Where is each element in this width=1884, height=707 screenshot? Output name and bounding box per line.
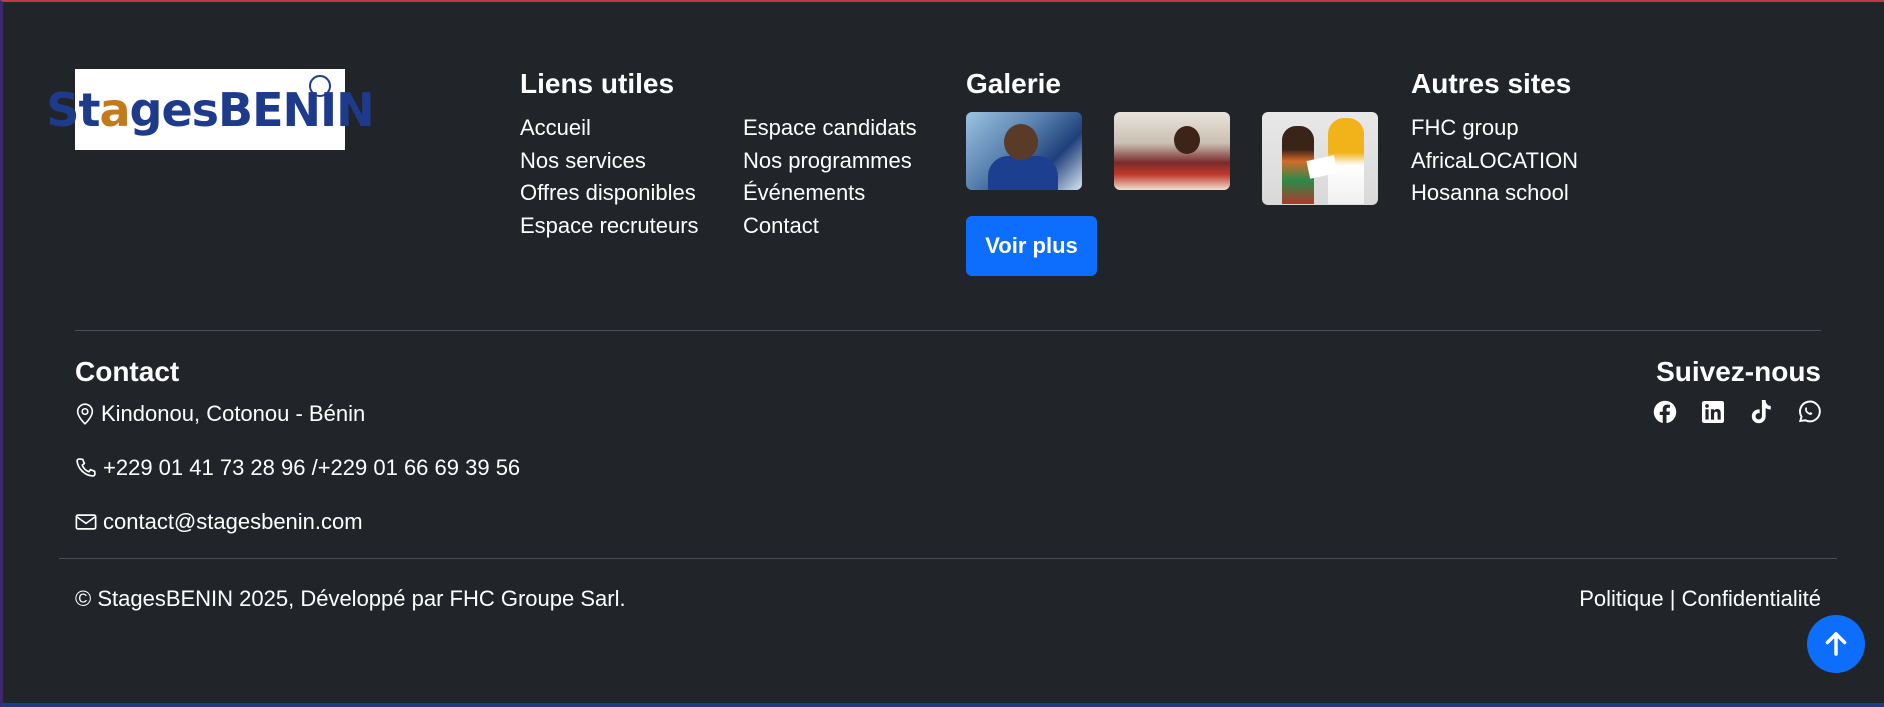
legal-separator: |: [1669, 586, 1676, 611]
contact-address-text: Kindonou, Cotonou - Bénin: [101, 401, 366, 426]
useful-links-column-2: Espace candidats Nos programmes Événemen…: [743, 112, 917, 242]
social-icons: [1653, 400, 1821, 424]
location-pin-icon: [76, 403, 94, 425]
gallery-title: Galerie: [966, 68, 1061, 99]
contact-email: contact@stagesbenin.com: [75, 509, 363, 535]
gallery-image-1[interactable]: [966, 112, 1082, 190]
back-to-top-button[interactable]: [1807, 615, 1865, 673]
useful-links-title: Liens utiles: [520, 68, 675, 99]
contact-address: Kindonou, Cotonou - Bénin: [75, 401, 365, 427]
logo-text-part3: BENIN: [218, 82, 375, 137]
other-sites-list: FHC group AfricaLOCATION Hosanna school: [1411, 112, 1578, 210]
link-contact[interactable]: Contact: [743, 210, 917, 243]
useful-links-column-1: Accueil Nos services Offres disponibles …: [520, 112, 699, 242]
linkedin-icon[interactable]: [1701, 400, 1725, 424]
logo-seal-icon: [309, 75, 331, 97]
contact-phone-text: +229 01 41 73 28 96 /+229 01 66 69 39 56: [103, 455, 521, 480]
divider-bottom: [59, 558, 1837, 559]
link-nos-services[interactable]: Nos services: [520, 145, 699, 178]
contact-email-link[interactable]: contact@stagesbenin.com: [103, 509, 363, 535]
tiktok-icon[interactable]: [1749, 400, 1773, 424]
copyright-text: © StagesBENIN 2025, Développé par FHC Gr…: [75, 586, 626, 611]
link-espace-candidats[interactable]: Espace candidats: [743, 112, 917, 145]
envelope-icon: [75, 514, 97, 530]
gallery-image-3[interactable]: [1262, 112, 1378, 205]
link-offres-disponibles[interactable]: Offres disponibles: [520, 177, 699, 210]
divider-top: [75, 330, 1821, 331]
politique-link[interactable]: Politique: [1579, 586, 1663, 611]
voir-plus-button[interactable]: Voir plus: [966, 216, 1097, 276]
link-espace-recruteurs[interactable]: Espace recruteurs: [520, 210, 699, 243]
link-nos-programmes[interactable]: Nos programmes: [743, 145, 917, 178]
facebook-icon[interactable]: [1653, 400, 1677, 424]
link-africalocation[interactable]: AfricaLOCATION: [1411, 145, 1578, 178]
gallery-image-2[interactable]: [1114, 112, 1230, 190]
logo-text-part1: St: [46, 82, 100, 137]
logo-text-i: a: [99, 82, 130, 137]
legal-links: Politique | Confidentialité: [1579, 586, 1821, 612]
other-sites-title: Autres sites: [1411, 68, 1572, 99]
phone-icon: [76, 458, 96, 477]
link-evenements[interactable]: Événements: [743, 177, 917, 210]
contact-phone: +229 01 41 73 28 96 /+229 01 66 69 39 56: [75, 455, 520, 481]
logo-text-part2: ges: [129, 82, 220, 137]
stagesbenin-logo[interactable]: St a ges BENIN: [46, 69, 375, 150]
link-hosanna-school[interactable]: Hosanna school: [1411, 177, 1578, 210]
arrow-up-icon: [1825, 632, 1847, 656]
contact-title: Contact: [75, 356, 180, 387]
confidentialite-link[interactable]: Confidentialité: [1682, 586, 1821, 611]
link-accueil[interactable]: Accueil: [520, 112, 699, 145]
link-fhc-group[interactable]: FHC group: [1411, 112, 1578, 145]
whatsapp-icon[interactable]: [1797, 400, 1821, 424]
social-title: Suivez-nous: [1656, 356, 1821, 387]
